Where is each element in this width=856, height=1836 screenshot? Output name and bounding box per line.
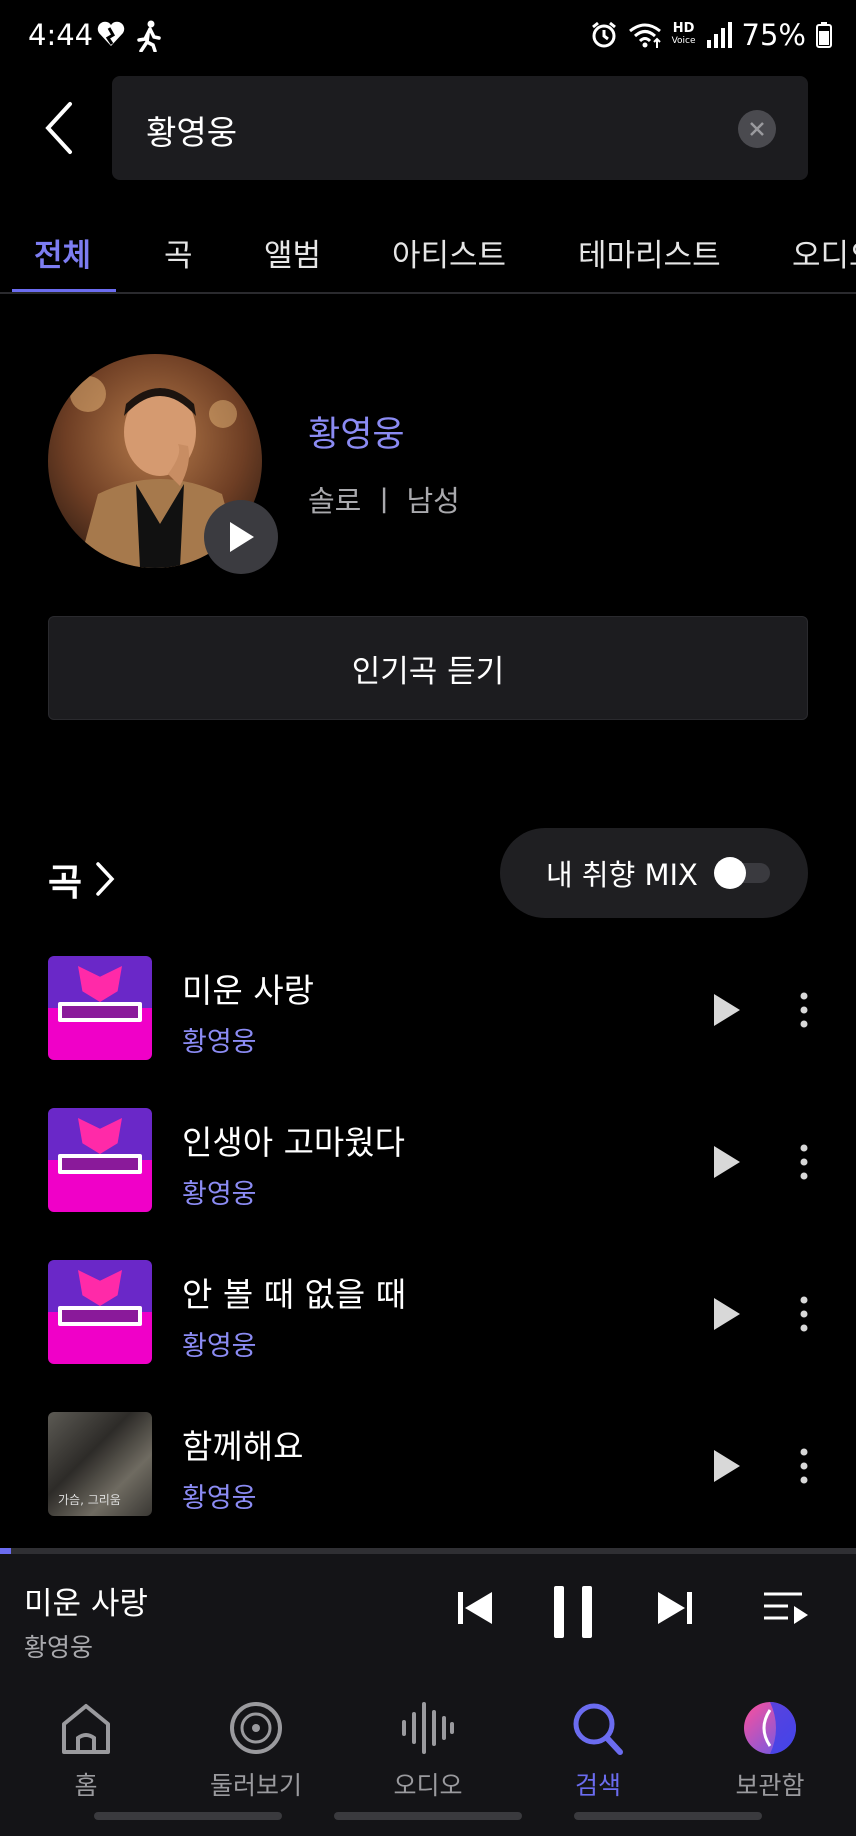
search-icon [573,1703,623,1755]
play-icon[interactable] [712,1296,742,1332]
switch-knob [714,857,746,889]
mini-player[interactable]: 미운 사랑 황영웅 [0,1554,856,1678]
album-cover-caption: 가슴, 그리움 [58,1493,121,1507]
battery-percent: 75% [741,18,806,52]
play-popular-songs-button[interactable]: 인기곡 듣기 [48,616,808,720]
song-artist[interactable]: 황영웅 [182,1476,257,1515]
tab-bar: 전체 곡 앨범 아티스트 테마리스트 오디오 [0,210,856,294]
album-cover [48,1108,152,1212]
nav-audio[interactable]: 오디오 [358,1698,498,1802]
heart-icon [97,21,125,46]
close-icon [750,122,764,136]
home-icon [62,1704,110,1754]
song-artist[interactable]: 황영웅 [182,1324,257,1363]
playlist-icon[interactable] [762,1590,810,1628]
song-title: 미운 사랑 [182,971,314,1010]
alarm-icon [591,21,616,48]
pause-icon[interactable] [552,1584,594,1640]
play-icon[interactable] [712,1144,742,1180]
album-cover [48,956,152,1060]
search-query: 황영웅 [146,113,238,152]
song-row[interactable]: 인생아 고마웠다 황영웅 [0,1108,856,1218]
song-title: 안 볼 때 없을 때 [182,1275,407,1314]
song-row[interactable]: 가슴, 그리움 함께해요 황영웅 [0,1412,856,1522]
tab-artists[interactable]: 아티스트 [392,230,506,275]
nav-browse[interactable]: 둘러보기 [186,1698,326,1802]
tab-all[interactable]: 전체 [34,230,91,275]
song-row[interactable]: 미운 사랑 황영웅 [0,956,856,1066]
songs-section-title[interactable]: 곡 [48,852,116,906]
artist-play-button[interactable] [204,500,278,574]
tab-audio[interactable]: 오디오 [792,230,856,275]
nav-home[interactable]: 홈 [16,1698,156,1802]
next-icon[interactable] [656,1588,694,1628]
hd-voice-icon: HD Voice [671,21,696,46]
library-icon [744,1702,796,1754]
signal-icon [706,22,732,48]
status-time: 4:44 [28,18,94,52]
mix-label: 내 취향 MIX [546,858,698,892]
walking-icon [137,20,161,52]
tab-albums[interactable]: 앨범 [264,230,321,275]
battery-icon [816,22,832,48]
play-popular-songs-label: 인기곡 듣기 [351,653,505,690]
nav-search[interactable]: 검색 [528,1698,668,1802]
nav-library[interactable]: 보관함 [700,1698,840,1802]
clear-search-button[interactable] [738,110,776,148]
song-title: 함께해요 [182,1427,304,1466]
more-options-icon[interactable] [796,1142,812,1182]
system-nav-indicators [0,1812,856,1824]
album-cover: 가슴, 그리움 [48,1412,152,1516]
more-options-icon[interactable] [796,1294,812,1334]
album-cover [48,1260,152,1364]
previous-icon[interactable] [456,1588,494,1628]
tab-songs[interactable]: 곡 [164,230,193,275]
bottom-nav: 홈 둘러보기 오디오 검색 보관함 [0,1678,856,1836]
artist-meta: 솔로 ㅣ 남성 [308,484,460,518]
search-input[interactable]: 황영웅 [112,76,808,180]
song-title: 인생아 고마웠다 [182,1123,406,1162]
mix-switch[interactable] [714,857,770,889]
active-tab-indicator [12,289,116,292]
now-playing-title: 미운 사랑 [24,1586,148,1622]
song-row[interactable]: 안 볼 때 없을 때 황영웅 [0,1260,856,1370]
more-options-icon[interactable] [796,990,812,1030]
play-icon [230,522,254,552]
song-artist[interactable]: 황영웅 [182,1172,257,1211]
now-playing-artist: 황영웅 [24,1633,94,1662]
wifi-icon [628,23,661,48]
chevron-right-icon [96,862,115,896]
my-taste-mix-toggle[interactable]: 내 취향 MIX [500,828,808,918]
audio-wave-icon [402,1702,454,1754]
artist-name[interactable]: 황영웅 [308,406,405,457]
play-icon[interactable] [712,1448,742,1484]
disc-icon [230,1702,282,1754]
play-icon[interactable] [712,992,742,1028]
tab-themelists[interactable]: 테마리스트 [578,230,721,275]
chevron-left-icon [45,102,72,154]
status-bar: 4:44 HD Voice 75% [0,0,856,76]
song-artist[interactable]: 황영웅 [182,1020,257,1059]
more-options-icon[interactable] [796,1446,812,1486]
back-button[interactable] [40,98,84,158]
